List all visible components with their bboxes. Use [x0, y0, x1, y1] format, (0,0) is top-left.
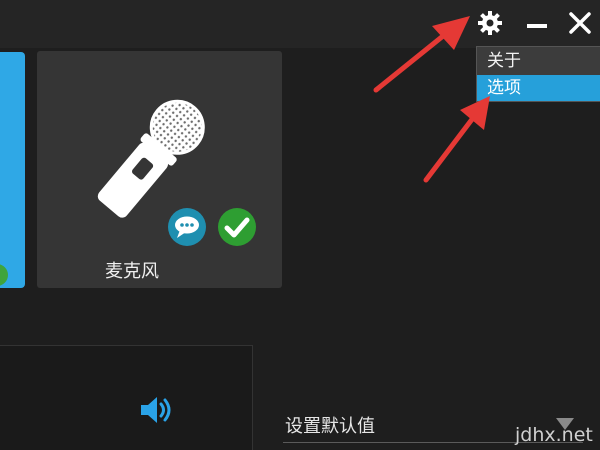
- set-default-label: 设置默认值: [285, 416, 375, 437]
- minimize-icon: [527, 24, 547, 28]
- device-label: 麦克风: [105, 261, 159, 282]
- close-icon: [569, 12, 591, 34]
- settings-dropdown-menu: 关于 选项: [476, 46, 600, 102]
- status-badge-partial: [0, 264, 8, 286]
- minimize-button[interactable]: [520, 6, 554, 40]
- watermark: jdhx.net: [515, 424, 593, 446]
- device-card-microphone[interactable]: 麦克风: [37, 51, 282, 288]
- volume-panel: [0, 345, 253, 450]
- settings-button[interactable]: [473, 6, 507, 40]
- title-bar: [0, 0, 600, 48]
- app-window: 关于 选项 麦克风 设置默认值 jdhx.net: [0, 0, 600, 450]
- checkmark-icon: [218, 208, 256, 246]
- gear-icon: [478, 11, 502, 35]
- menu-item-about[interactable]: 关于: [477, 48, 600, 74]
- chat-icon: [168, 208, 206, 246]
- device-card-partial[interactable]: [0, 52, 25, 288]
- annotation-arrow-to-options: [423, 96, 490, 183]
- close-button[interactable]: [563, 6, 597, 40]
- speaker-icon[interactable]: [139, 394, 177, 426]
- menu-item-options[interactable]: 选项: [477, 75, 600, 101]
